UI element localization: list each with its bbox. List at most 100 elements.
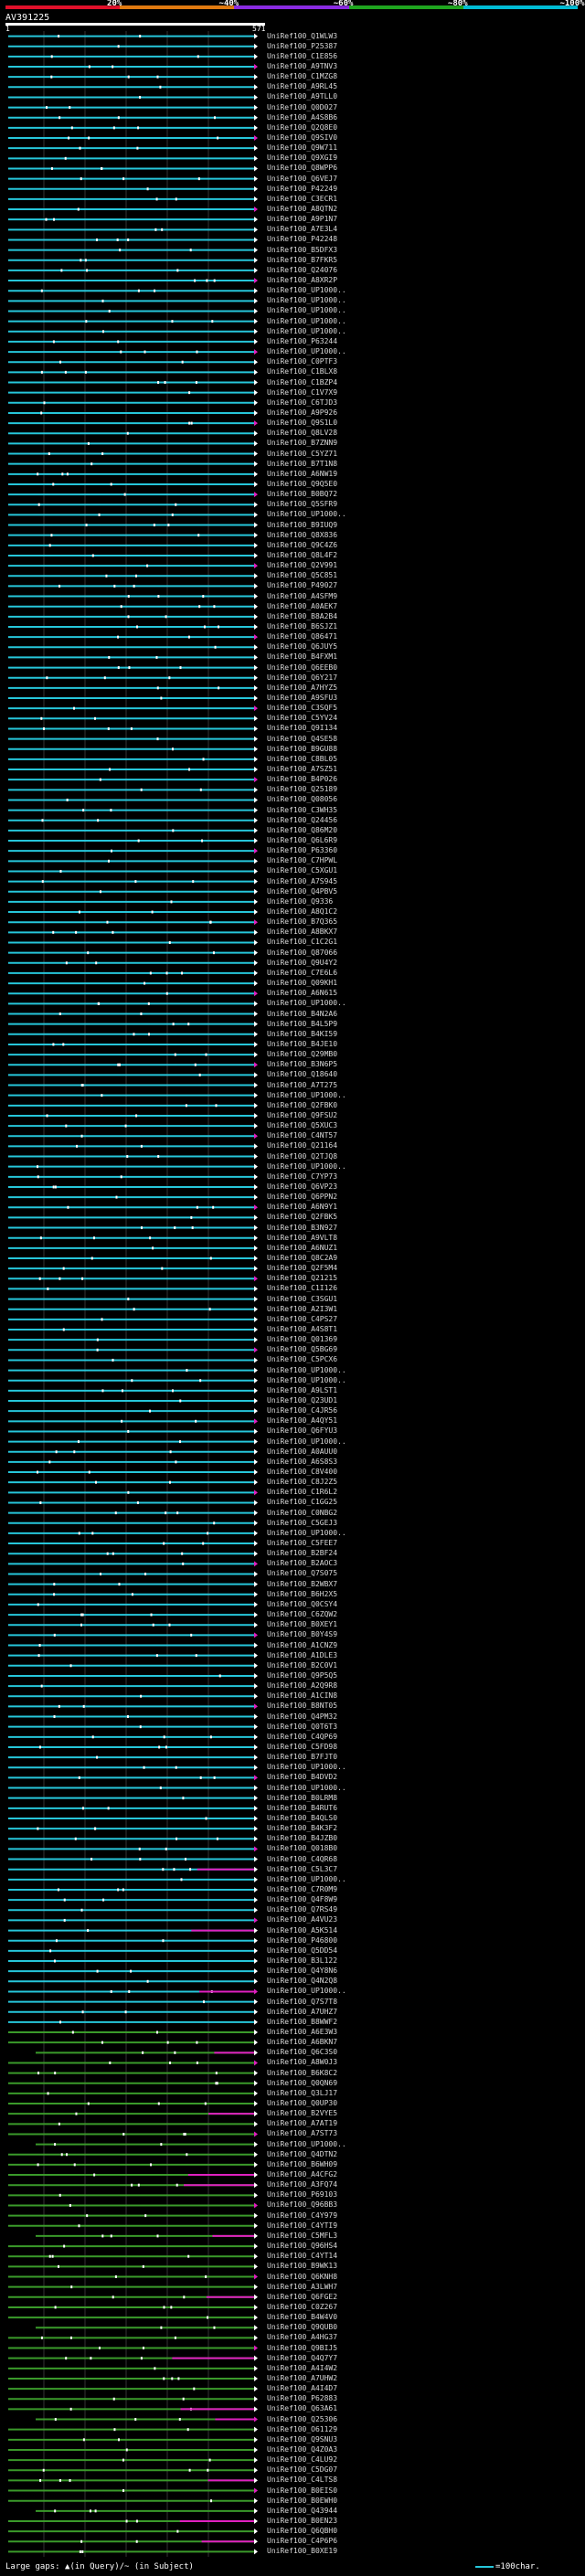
hit-link[interactable]: UniRef100_Q24076 xyxy=(267,266,337,274)
hit-link[interactable]: UniRef100_C3SGU1 xyxy=(267,1295,337,1303)
hit-link[interactable]: UniRef100_Q5DD54 xyxy=(267,1946,337,1955)
hit-link[interactable]: UniRef100_Q0QN69 xyxy=(267,2079,337,2087)
hit-link[interactable]: UniRef100_C0Z267 xyxy=(267,2303,337,2311)
hit-link[interactable]: UniRef100_B4P026 xyxy=(267,776,337,783)
hit-link[interactable]: UniRef100_Q8L4F2 xyxy=(267,551,337,559)
hit-link[interactable]: UniRef100_Q6FGE2 xyxy=(267,2293,337,2301)
hit-link[interactable]: UniRef100_C7E6L6 xyxy=(267,969,337,977)
hit-link[interactable]: UniRef100_B0XEY1 xyxy=(267,1621,337,1628)
hit-link[interactable]: UniRef100_C1GG25 xyxy=(267,1499,337,1506)
hit-link[interactable]: UniRef100_Q9SIV0 xyxy=(267,134,337,142)
hit-link[interactable]: UniRef100_C0NBG2 xyxy=(267,1509,337,1517)
hit-link[interactable]: UniRef100_B3N6P5 xyxy=(267,1061,337,1068)
hit-link[interactable]: UniRef100_Q5BG69 xyxy=(267,1346,337,1353)
hit-link[interactable]: UniRef100_Q2FBK5 xyxy=(267,1214,337,1221)
hit-link[interactable]: UniRef100_Q9336 xyxy=(267,897,333,906)
hit-link[interactable]: UniRef100_A2Q9R8 xyxy=(267,1682,337,1690)
hit-link[interactable]: UniRef100_B6WH09 xyxy=(267,2160,337,2168)
hit-link[interactable]: UniRef100_Q7S7T8 xyxy=(267,1998,337,2006)
hit-link[interactable]: UniRef100_Q43944 xyxy=(267,2507,337,2515)
hit-link[interactable]: UniRef100_Q9W711 xyxy=(267,144,337,152)
hit-link[interactable]: UniRef100_P42249 xyxy=(267,185,337,193)
hit-link[interactable]: UniRef100_A9P926 xyxy=(267,408,337,417)
hit-link[interactable]: UniRef100_C5YZ71 xyxy=(267,450,337,458)
hit-link[interactable]: UniRef100_C3ECR1 xyxy=(267,195,337,203)
hit-link[interactable]: UniRef100_Q9S1L0 xyxy=(267,419,337,427)
hit-link[interactable]: UniRef100_A6N9Y1 xyxy=(267,1203,337,1211)
hit-link[interactable]: UniRef100_A8BKX7 xyxy=(267,928,337,936)
hit-link[interactable]: UniRef100_Q8WPP6 xyxy=(267,164,337,172)
hit-link[interactable]: UniRef100_Q6L6R9 xyxy=(267,837,337,844)
hit-link[interactable]: UniRef100_C5FD98 xyxy=(267,1743,337,1751)
hit-link[interactable]: UniRef100_A8W0J3 xyxy=(267,2059,337,2066)
hit-link[interactable]: UniRef100_A8Q1C2 xyxy=(267,908,337,916)
hit-link[interactable]: UniRef100_B0XE19 xyxy=(267,2548,337,2555)
hit-link[interactable]: UniRef100_P25387 xyxy=(267,42,337,50)
hit-link[interactable]: UniRef100_Q9I134 xyxy=(267,725,337,732)
hit-link[interactable]: UniRef100_C3WH35 xyxy=(267,806,337,814)
hit-link[interactable]: UniRef100_B7T1N8 xyxy=(267,460,337,468)
hit-link[interactable]: UniRef100_C7HPWL xyxy=(267,857,337,864)
hit-link[interactable]: UniRef100_Q6C3S0 xyxy=(267,2049,337,2056)
hit-link[interactable]: UniRef100_A5K514 xyxy=(267,1926,337,1935)
hit-link[interactable]: UniRef100_A1CIN8 xyxy=(267,1692,337,1700)
hit-link[interactable]: UniRef100_A6NW19 xyxy=(267,470,337,478)
hit-link[interactable]: UniRef100_C8V400 xyxy=(267,1468,337,1476)
hit-link[interactable]: UniRef100_B7FKR5 xyxy=(267,256,337,264)
hit-link[interactable]: UniRef100_B0EIS0 xyxy=(267,2486,337,2495)
hit-link[interactable]: UniRef100_C1I126 xyxy=(267,1285,337,1292)
hit-link[interactable]: UniRef100_C4PS27 xyxy=(267,1315,337,1323)
hit-link[interactable]: UniRef100_Q87066 xyxy=(267,949,337,957)
hit-link[interactable]: UniRef100_Q5C851 xyxy=(267,572,337,579)
hit-link[interactable]: UniRef100_UP1000.. xyxy=(267,1000,346,1007)
hit-link[interactable]: UniRef100_B2AOC3 xyxy=(267,1560,337,1567)
hit-link[interactable]: UniRef100_C5PCX6 xyxy=(267,1356,337,1363)
hit-link[interactable]: UniRef100_C5GEJ3 xyxy=(267,1519,337,1527)
hit-link[interactable]: UniRef100_B4L5P9 xyxy=(267,1020,337,1028)
hit-link[interactable]: UniRef100_Q0T6T3 xyxy=(267,1723,337,1731)
hit-link[interactable]: UniRef100_Q01369 xyxy=(267,1336,337,1343)
hit-link[interactable]: UniRef100_Q23UD1 xyxy=(267,1397,337,1405)
hit-link[interactable]: UniRef100_B7FJT0 xyxy=(267,1754,337,1761)
hit-link[interactable]: UniRef100_UP1000.. xyxy=(267,1091,346,1099)
hit-link[interactable]: UniRef100_A7AT19 xyxy=(267,2120,337,2127)
hit-link[interactable]: UniRef100_B4JZB0 xyxy=(267,1835,337,1842)
hit-link[interactable]: UniRef100_A1DLE3 xyxy=(267,1651,337,1659)
hit-link[interactable]: UniRef100_A9SFU3 xyxy=(267,694,337,702)
hit-link[interactable]: UniRef100_Q86M20 xyxy=(267,826,337,834)
hit-link[interactable]: UniRef100_Q4SE58 xyxy=(267,735,337,743)
hit-link[interactable]: UniRef100_Q9SNU3 xyxy=(267,2435,337,2443)
hit-link[interactable]: UniRef100_C1V7X9 xyxy=(267,388,337,397)
hit-link[interactable]: UniRef100_A4I4W2 xyxy=(267,2364,337,2372)
hit-link[interactable]: UniRef100_Q6QBH0 xyxy=(267,2528,337,2535)
hit-link[interactable]: UniRef100_Q0CSY4 xyxy=(267,1600,337,1608)
hit-link[interactable]: UniRef100_Q09KH1 xyxy=(267,980,337,987)
hit-link[interactable]: UniRef100_Q7S075 xyxy=(267,1570,337,1577)
hit-link[interactable]: UniRef100_C4LU92 xyxy=(267,2456,337,2464)
hit-link[interactable]: UniRef100_A6E3W3 xyxy=(267,2029,337,2036)
hit-link[interactable]: UniRef100_P63244 xyxy=(267,337,337,345)
hit-link[interactable]: UniRef100_Q8C2A9 xyxy=(267,1254,337,1262)
hit-link[interactable]: UniRef100_B4N2A6 xyxy=(267,1010,337,1018)
hit-link[interactable]: UniRef100_C6TJD3 xyxy=(267,398,337,407)
hit-link[interactable]: UniRef100_UP1000.. xyxy=(267,1366,346,1374)
hit-link[interactable]: UniRef100_Q24456 xyxy=(267,816,337,824)
hit-link[interactable]: UniRef100_A7HYZ5 xyxy=(267,684,337,692)
hit-link[interactable]: UniRef100_Q4PM32 xyxy=(267,1712,337,1721)
hit-link[interactable]: UniRef100_Q25189 xyxy=(267,786,337,793)
hit-link[interactable]: UniRef100_C3SQF5 xyxy=(267,705,337,712)
hit-link[interactable]: UniRef100_B9WK13 xyxy=(267,2263,337,2270)
hit-link[interactable]: UniRef100_UP1000.. xyxy=(267,1376,346,1384)
hit-link[interactable]: UniRef100_B3N927 xyxy=(267,1224,337,1232)
hit-link[interactable]: UniRef100_B3L122 xyxy=(267,1957,337,1965)
hit-link[interactable]: UniRef100_C4QP69 xyxy=(267,1733,337,1741)
hit-link[interactable]: UniRef100_A7ST73 xyxy=(267,2130,337,2137)
hit-link[interactable]: UniRef100_A7SZ51 xyxy=(267,766,337,773)
hit-link[interactable]: UniRef100_A7S945 xyxy=(267,877,337,885)
hit-link[interactable]: UniRef100_B7Q365 xyxy=(267,918,337,926)
hit-link[interactable]: UniRef100_C4JR56 xyxy=(267,1407,337,1415)
hit-link[interactable]: UniRef100_Q6FYU3 xyxy=(267,1427,337,1435)
hit-link[interactable]: UniRef100_C4QR68 xyxy=(267,1855,337,1863)
hit-link[interactable]: UniRef100_A4CFG2 xyxy=(267,2171,337,2178)
hit-link[interactable]: UniRef100_Q9P5Q5 xyxy=(267,1671,337,1680)
